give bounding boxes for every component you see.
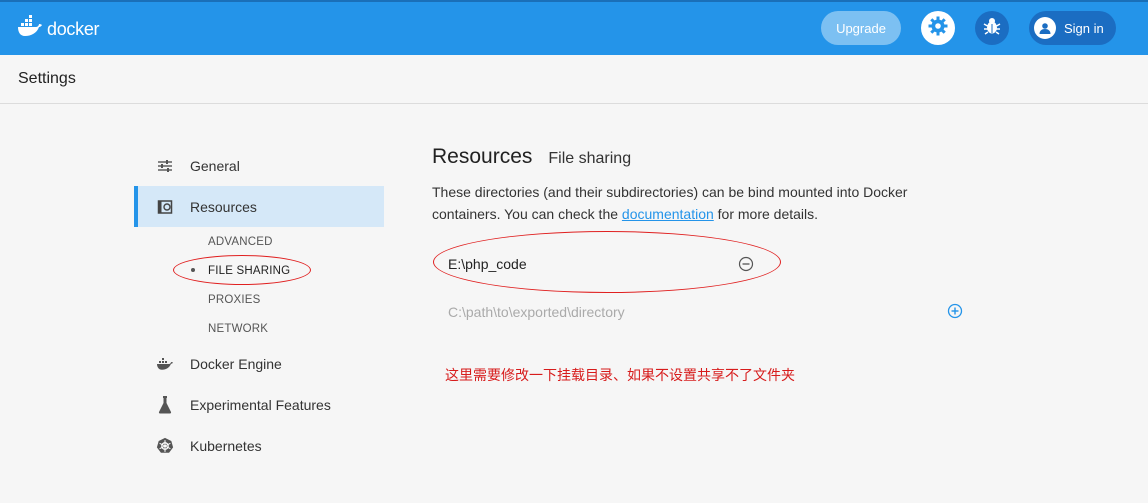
sidebar-item-docker-engine[interactable]: Docker Engine xyxy=(134,343,384,384)
bug-icon xyxy=(982,16,1002,41)
sliders-icon xyxy=(156,157,174,175)
sidebar-item-experimental-features[interactable]: Experimental Features xyxy=(134,384,384,425)
file-sharing-panel: Resources File sharing These directories… xyxy=(432,145,992,384)
settings-sidebar: General Resources ADVANCED FILE SHARING … xyxy=(134,145,384,466)
sidebar-subitem-network[interactable]: NETWORK xyxy=(134,314,384,343)
sidebar-item-label: General xyxy=(190,157,240,174)
top-bar: docker Upgrade Sign in xyxy=(0,0,1148,55)
sidebar-item-label: Docker Engine xyxy=(190,355,282,372)
sidebar-item-kubernetes[interactable]: Kubernetes xyxy=(134,425,384,466)
top-edge xyxy=(0,0,1148,2)
selected-bullet xyxy=(191,268,195,272)
section-subtitle: File sharing xyxy=(548,150,632,167)
sidebar-subitem-label: NETWORK xyxy=(208,322,269,335)
sign-in-label: Sign in xyxy=(1064,20,1104,36)
helm-icon xyxy=(156,437,174,455)
sidebar-item-label: Resources xyxy=(190,198,257,215)
whale-icon xyxy=(156,355,174,373)
page-title: Settings xyxy=(18,70,76,87)
brand-name: docker xyxy=(47,19,100,39)
disk-icon xyxy=(156,198,174,216)
remove-directory-icon[interactable] xyxy=(738,256,754,277)
sidebar-subitem-file-sharing[interactable]: FILE SHARING xyxy=(134,256,384,285)
annotation-note: 这里需要修改一下挂载目录、如果不设置共享不了文件夹 xyxy=(445,368,795,384)
troubleshoot-button[interactable] xyxy=(975,11,1009,45)
gear-icon xyxy=(928,16,948,41)
sidebar-item-label: Experimental Features xyxy=(190,396,331,413)
shared-directory-path: E:\php_code xyxy=(448,256,527,272)
upgrade-button[interactable]: Upgrade xyxy=(821,11,901,45)
settings-header: Settings xyxy=(0,55,1148,104)
sign-in-button[interactable]: Sign in xyxy=(1029,11,1116,45)
sidebar-item-general[interactable]: General xyxy=(134,145,384,186)
settings-button[interactable] xyxy=(921,11,955,45)
documentation-link[interactable]: documentation xyxy=(622,206,714,222)
section-title: Resources xyxy=(432,145,533,168)
sidebar-subitem-proxies[interactable]: PROXIES xyxy=(134,285,384,314)
sidebar-subitem-label: FILE SHARING xyxy=(208,264,291,277)
docker-logo: docker xyxy=(17,15,100,44)
flask-icon xyxy=(156,396,174,414)
user-icon xyxy=(1034,17,1056,39)
docker-whale-icon xyxy=(17,15,43,44)
sidebar-subitem-advanced[interactable]: ADVANCED xyxy=(134,227,384,256)
section-heading: Resources File sharing xyxy=(432,145,992,169)
description-text-end: for more details. xyxy=(713,206,819,222)
sidebar-item-resources[interactable]: Resources xyxy=(134,186,384,227)
add-directory-icon[interactable] xyxy=(947,303,963,324)
sidebar-subitem-label: PROXIES xyxy=(208,293,261,306)
shared-directory-row: E:\php_code xyxy=(432,244,972,282)
new-directory-input[interactable] xyxy=(448,302,918,322)
sidebar-subitem-label: ADVANCED xyxy=(208,235,273,248)
sidebar-item-label: Kubernetes xyxy=(190,437,262,454)
section-description: These directories (and their subdirector… xyxy=(432,181,952,225)
